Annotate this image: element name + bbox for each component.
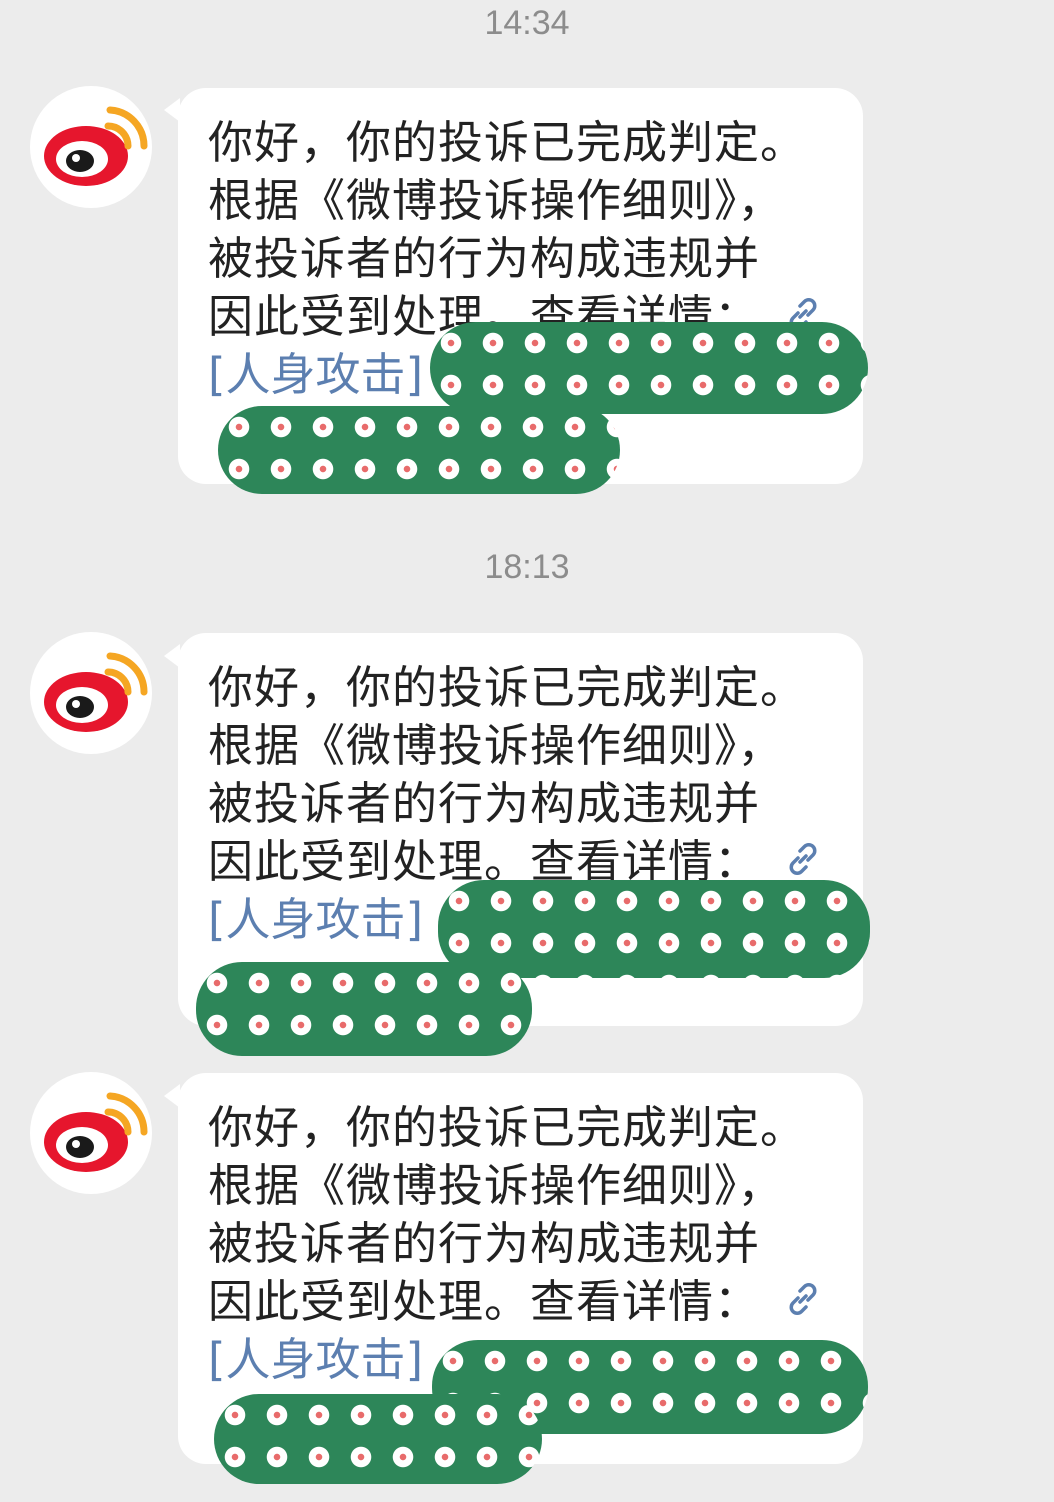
message-line: 被投诉者的行为构成违规并 — [208, 1217, 761, 1270]
message-line: 根据《微博投诉操作细则》， — [208, 719, 784, 772]
message-line: 你好，你的投诉已完成判定。 — [208, 1101, 807, 1154]
message-line: 被投诉者的行为构成违规并 — [208, 232, 761, 285]
link-icon[interactable] — [784, 840, 822, 878]
redaction-sticker — [438, 880, 870, 978]
timestamp: 18:13 — [484, 548, 570, 586]
redaction-sticker — [430, 322, 868, 414]
redaction-sticker — [196, 962, 532, 1056]
weibo-logo-icon — [44, 652, 148, 732]
message-line: 你好，你的投诉已完成判定。 — [208, 661, 807, 714]
message-line: 根据《微博投诉操作细则》， — [208, 174, 784, 227]
message-line-text: 因此受到处理。查看详情： — [208, 1275, 761, 1328]
message-text: 你好，你的投诉已完成判定。 根据《微博投诉操作细则》， 被投诉者的行为构成违规并… — [208, 114, 833, 346]
message-line: 因此受到处理。查看详情： — [208, 1273, 833, 1331]
message-text: 你好，你的投诉已完成判定。 根据《微博投诉操作细则》， 被投诉者的行为构成违规并… — [208, 659, 833, 891]
redaction-sticker — [218, 406, 620, 494]
message-line: 根据《微博投诉操作细则》， — [208, 1159, 784, 1212]
sender-avatar[interactable] — [30, 86, 152, 208]
timestamp: 14:34 — [484, 4, 570, 42]
message-text: 你好，你的投诉已完成判定。 根据《微博投诉操作细则》， 被投诉者的行为构成违规并… — [208, 1099, 833, 1331]
redaction-sticker — [214, 1394, 542, 1484]
link-icon[interactable] — [784, 1280, 822, 1318]
message-line: 被投诉者的行为构成违规并 — [208, 777, 761, 830]
weibo-logo-icon — [44, 1092, 148, 1172]
message-line: 你好，你的投诉已完成判定。 — [208, 116, 807, 169]
sender-avatar[interactable] — [30, 632, 152, 754]
sender-avatar[interactable] — [30, 1072, 152, 1194]
weibo-logo-icon — [44, 106, 148, 186]
